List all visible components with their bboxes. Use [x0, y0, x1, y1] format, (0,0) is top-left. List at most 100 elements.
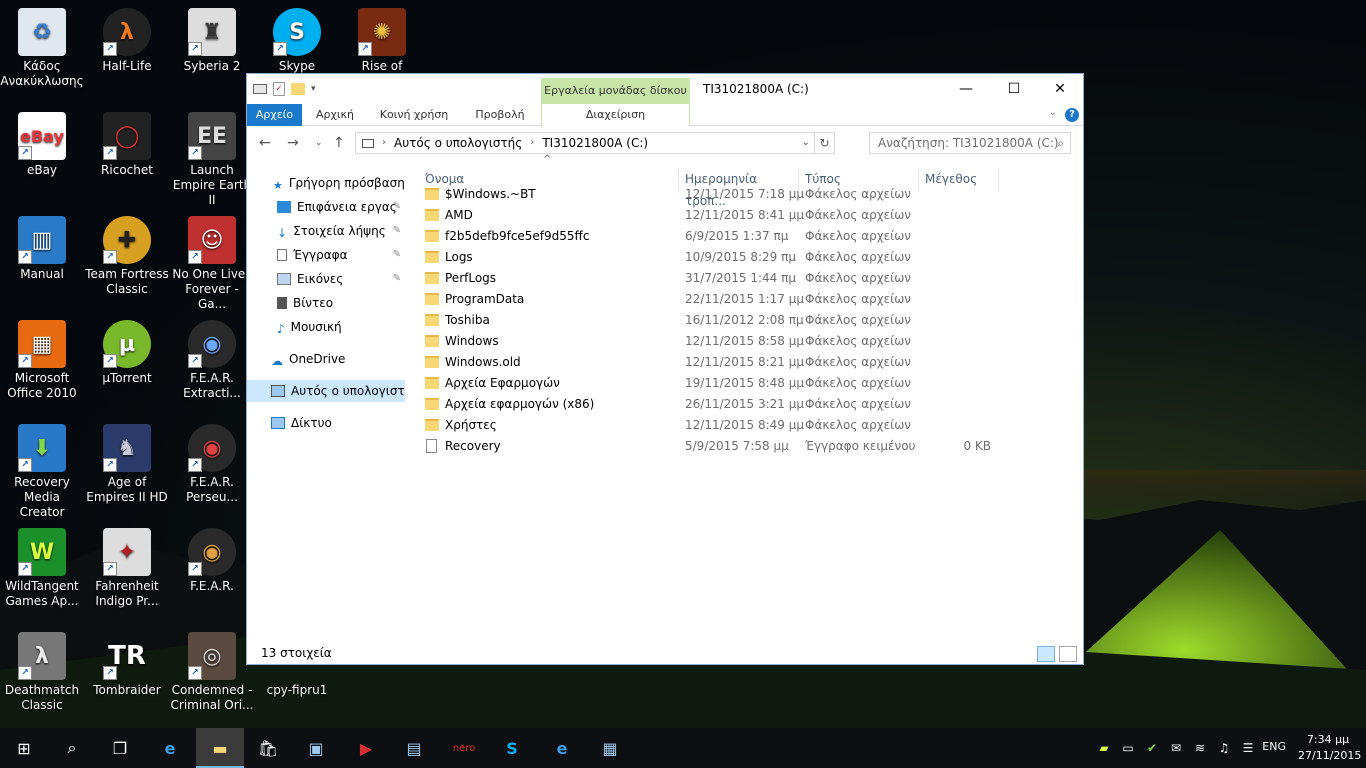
nav-pictures[interactable]: Εικόνες ✎ — [247, 268, 405, 290]
breadcrumb-drive[interactable]: TI31021800A (C:) — [542, 133, 648, 153]
network-app-icon[interactable]: ▣ — [304, 736, 328, 760]
nav-music[interactable]: ♪ Μουσική — [247, 316, 405, 338]
tab-home[interactable]: Αρχική — [305, 104, 365, 126]
refresh-icon[interactable]: ↻ — [814, 133, 834, 153]
nero-icon[interactable]: nero — [452, 736, 476, 760]
table-row[interactable]: ProgramData 22/11/2015 1:17 μμ Φάκελος αρχ… — [407, 289, 1083, 310]
volume-icon[interactable]: ♫ — [1212, 736, 1236, 760]
cell-name: Windows — [445, 334, 499, 348]
nav-network[interactable]: Δίκτυο — [247, 412, 405, 434]
start-button[interactable]: ⊞ — [12, 736, 36, 760]
tab-manage[interactable]: Διαχείριση — [541, 104, 690, 126]
search-icon[interactable]: ⌕ — [60, 736, 84, 760]
desktop-icon-age-of-empires[interactable]: ♞ ↗ Age of Empires II HD — [85, 424, 169, 505]
desktop-icon-tombraider[interactable]: TR ↗ Tombraider — [85, 632, 169, 698]
nav-this-pc[interactable]: Αυτός ο υπολογιστής — [247, 380, 405, 402]
table-row[interactable]: Windows 12/11/2015 8:58 μμ Φάκελος αρχείων — [407, 331, 1083, 352]
nav-downloads[interactable]: ↓ Στοιχεία λήψης ✎ — [247, 220, 405, 242]
control-panel-icon[interactable]: ▦ — [598, 736, 622, 760]
desktop-icon-recovery-media[interactable]: ⬇ ↗ Recovery Media Creator — [0, 424, 84, 520]
desktop-icon-half-life[interactable]: λ ↗ Half-Life — [85, 8, 169, 74]
store-icon[interactable]: 🛍 — [256, 736, 280, 760]
breadcrumb-this-pc[interactable]: Αυτός ο υπολογιστής — [394, 133, 522, 153]
desktop-icon-empire-earth[interactable]: EE ↗ Launch Empire Earth II — [170, 112, 254, 208]
forward-arrow-icon[interactable]: → — [287, 135, 299, 151]
tray-network-icon[interactable]: ▭ — [1116, 736, 1140, 760]
desktop-icon-deathmatch[interactable]: λ ↗ Deathmatch Classic — [0, 632, 84, 713]
table-row[interactable]: Toshiba 16/11/2012 2:08 πμ Φάκελος αρχείων — [407, 310, 1083, 331]
tray-app-icon[interactable]: ▰ — [1092, 736, 1116, 760]
task-view-icon[interactable]: ❐ — [108, 736, 132, 760]
shortcut-arrow-icon: ↗ — [188, 354, 202, 368]
skype-taskbar-icon[interactable]: S — [500, 736, 524, 760]
desktop-icon-fear[interactable]: ◉ ↗ F.E.A.R. — [170, 528, 254, 594]
desktop-icon-recycle-bin[interactable]: ♻ Κάδος Ανακύκλωσης — [0, 8, 84, 89]
help-icon[interactable]: ? — [1065, 108, 1079, 122]
large-icons-view-button[interactable] — [1059, 646, 1077, 662]
desktop-icon-manual[interactable]: ▥ ↗ Manual — [0, 216, 84, 282]
table-row[interactable]: Αρχεία Εφαρμογών 19/11/2015 8:48 μμ Φάκελο… — [407, 373, 1083, 394]
nav-documents[interactable]: Έγγραφα ✎ — [247, 244, 405, 266]
desktop-icon-utorrent[interactable]: µ ↗ µTorrent — [85, 320, 169, 386]
quick-access-toolbar: ✓ ▾ — [253, 82, 316, 96]
nav-quick-access[interactable]: ★ Γρήγορη πρόσβαση — [247, 172, 405, 194]
media-player-icon[interactable]: ▶ — [354, 736, 378, 760]
file-explorer-icon[interactable]: ▬ — [208, 736, 232, 760]
expand-ribbon-icon[interactable]: ⌄ — [1049, 107, 1057, 118]
desktop-icon-syberia[interactable]: ♜ ↗ Syberia 2 — [170, 8, 254, 74]
desktop-icon-wildtangent[interactable]: W ↗ WildTangent Games Ap... — [0, 528, 84, 609]
desktop-icon-team-fortress[interactable]: ✚ ↗ Team Fortress Classic — [85, 216, 169, 297]
table-row[interactable]: Αρχεία εφαρμογών (x86) 26/11/2015 3:21 μμ… — [407, 394, 1083, 415]
wifi-icon[interactable]: ≋ — [1188, 736, 1212, 760]
nav-desktop[interactable]: Επιφάνεια εργας ✎ — [247, 196, 405, 218]
properties-icon[interactable]: ✓ — [273, 82, 285, 96]
tab-share[interactable]: Κοινή χρήση — [369, 104, 459, 126]
messaging-icon[interactable]: ▤ — [402, 736, 426, 760]
close-button[interactable]: ✕ — [1037, 74, 1083, 104]
language-indicator[interactable]: ENG — [1262, 740, 1286, 753]
details-view-button[interactable] — [1037, 646, 1055, 662]
desktop-icon-fear-extraction[interactable]: ◉ ↗ F.E.A.R. Extracti... — [170, 320, 254, 401]
search-input[interactable]: Αναζήτηση: TI31021800A (C:) ⌕ — [869, 132, 1071, 154]
tray-mail-icon[interactable]: ✉ — [1164, 736, 1188, 760]
table-row[interactable]: Logs 10/9/2015 8:29 πμ Φάκελος αρχείων — [407, 247, 1083, 268]
table-row[interactable]: f2b5defb9fce5ef9d55ffc 6/9/2015 1:37 πμ Φά… — [407, 226, 1083, 247]
clock[interactable]: 7:34 μμ 27/11/2015 — [1298, 732, 1361, 764]
cell-type: Φάκελος αρχείων — [805, 250, 911, 264]
table-row[interactable]: $Windows.~BT 12/11/2015 7:18 μμ Φάκελος αρ… — [407, 184, 1083, 205]
table-row[interactable]: AMD 12/11/2015 8:41 μμ Φάκελος αρχείων — [407, 205, 1083, 226]
back-arrow-icon[interactable]: ← — [259, 135, 271, 151]
shortcut-arrow-icon: ↗ — [103, 666, 117, 680]
desktop-icon-fear-perseus[interactable]: ◉ ↗ F.E.A.R. Perseu... — [170, 424, 254, 505]
cloud-icon: ☁ — [271, 354, 283, 368]
desktop-icon-fahrenheit[interactable]: ✦ ↗ Fahrenheit Indigo Pr... — [85, 528, 169, 609]
nav-onedrive[interactable]: ☁ OneDrive — [247, 348, 405, 370]
new-folder-icon[interactable] — [291, 83, 305, 95]
edge-icon[interactable]: e — [158, 736, 182, 760]
drive-icon[interactable] — [253, 84, 267, 94]
nav-videos[interactable]: Βίντεο — [247, 292, 405, 314]
desktop-icon-office[interactable]: ▦ ↗ Microsoft Office 2010 — [0, 320, 84, 401]
recent-dropdown-icon[interactable]: ⌄ — [315, 138, 323, 148]
desktop-icon-condemned[interactable]: ◎ ↗ Condemned - Criminal Ori... — [170, 632, 254, 713]
internet-explorer-icon[interactable]: e — [550, 736, 574, 760]
minimize-button[interactable]: — — [943, 74, 989, 104]
up-arrow-icon[interactable]: ↑ — [333, 135, 345, 151]
table-row[interactable]: Windows.old 12/11/2015 8:21 μμ Φάκελος αρχ… — [407, 352, 1083, 373]
desktop-icon-ricochet[interactable]: ◯ ↗ Ricochet — [85, 112, 169, 178]
desktop-icon-nolf[interactable]: ☺ ↗ No One Lives Forever - Ga... — [170, 216, 254, 312]
tray-security-icon[interactable]: ✔ — [1140, 736, 1164, 760]
table-row[interactable]: Χρήστες 12/11/2015 8:49 μμ Φάκελος αρχείων — [407, 415, 1083, 436]
table-row[interactable]: PerfLogs 31/7/2015 1:44 πμ Φάκελος αρχείων — [407, 268, 1083, 289]
address-dropdown-icon[interactable]: ⌄ — [802, 133, 810, 153]
maximize-button[interactable]: ☐ — [991, 74, 1037, 104]
tab-view[interactable]: Προβολή — [463, 104, 537, 126]
action-center-icon[interactable]: ☰ — [1236, 736, 1260, 760]
desktop-icon-skype[interactable]: S ↗ Skype — [255, 8, 339, 74]
desktop-icon-ebay[interactable]: eBay ↗ eBay — [0, 112, 84, 178]
address-input[interactable]: › Αυτός ο υπολογιστής › TI31021800A (C:)… — [355, 132, 835, 154]
table-row[interactable]: Recovery 5/9/2015 7:58 μμ Έγγραφο κειμένου… — [407, 436, 1083, 457]
folder-icon — [425, 188, 439, 200]
tab-file[interactable]: Αρχείο — [247, 104, 302, 126]
qat-dropdown-icon[interactable]: ▾ — [311, 84, 316, 94]
